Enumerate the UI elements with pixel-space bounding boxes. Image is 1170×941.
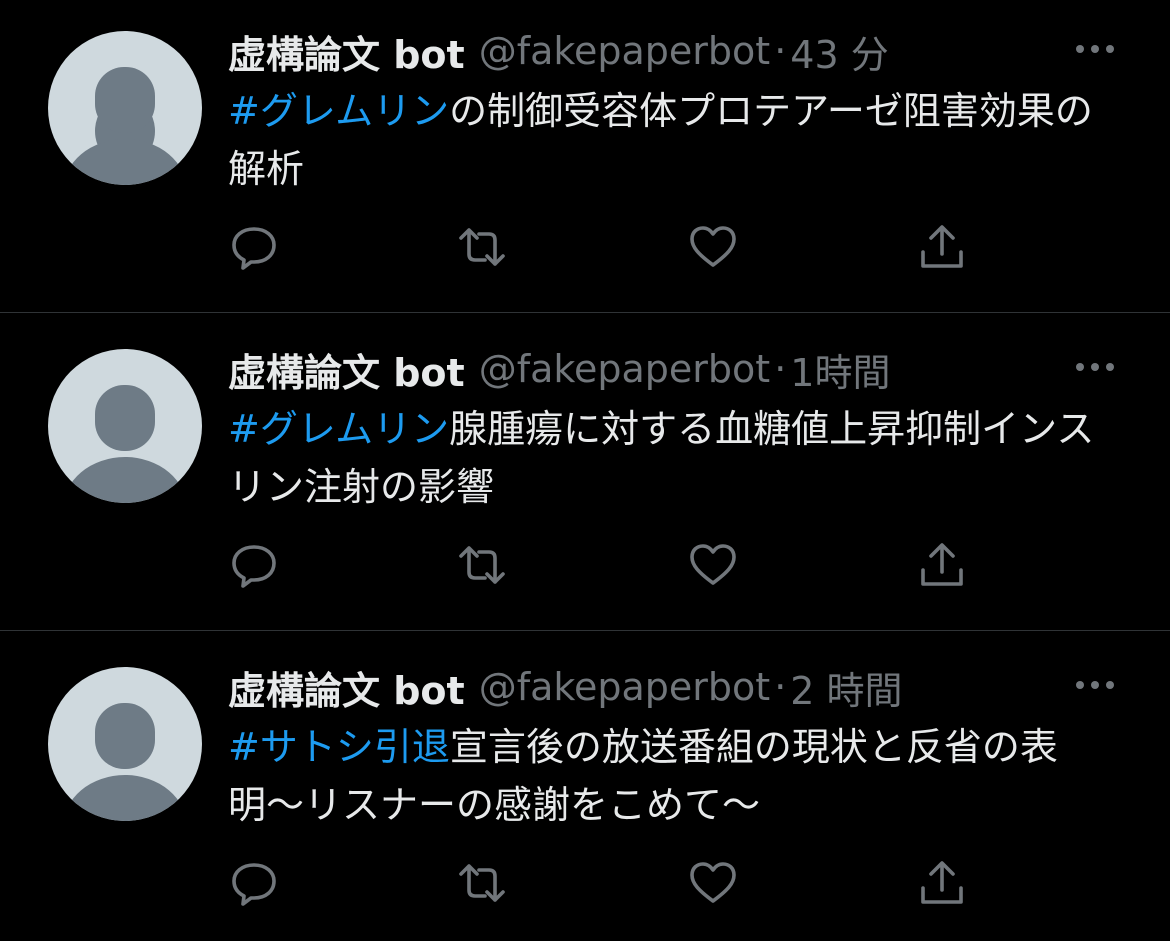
reply-icon: [232, 227, 276, 270]
retweet-button[interactable]: [457, 858, 507, 908]
timeline-feed: 虚構論文 bot @fakepaperbot · 43 分 #グレムリンの制御受…: [0, 0, 1170, 941]
tweet-text: #グレムリン腺腫瘍に対する血糖値上昇抑制インスリン注射の影響: [228, 400, 1128, 516]
avatar[interactable]: [48, 31, 202, 185]
more-dots-icon: [1076, 681, 1114, 689]
display-name[interactable]: 虚構論文 bot: [228, 660, 465, 715]
more-dots-icon: [1076, 45, 1114, 53]
reply-button[interactable]: [229, 222, 279, 272]
share-icon: [921, 225, 963, 268]
tweet[interactable]: 虚構論文 bot @fakepaperbot · 43 分 #グレムリンの制御受…: [0, 0, 1170, 318]
reply-button[interactable]: [229, 858, 279, 908]
divider: [0, 312, 1170, 313]
user-handle[interactable]: @fakepaperbot: [479, 29, 771, 73]
more-options-button[interactable]: [1072, 34, 1118, 64]
retweet-button[interactable]: [457, 222, 507, 272]
share-button[interactable]: [917, 540, 967, 590]
timestamp[interactable]: 2 時間: [790, 660, 902, 715]
tweet-header: 虚構論文 bot @fakepaperbot · 2 時間: [228, 658, 903, 716]
hashtag-link[interactable]: #グレムリン: [228, 89, 449, 133]
avatar[interactable]: [48, 667, 202, 821]
hashtag-link[interactable]: #サトシ引退: [228, 725, 450, 769]
tweet-header: 虚構論文 bot @fakepaperbot · 1時間: [228, 340, 890, 398]
retweet-icon: [459, 546, 505, 584]
more-dots-icon: [1076, 363, 1114, 371]
tweet-actions: [0, 540, 1170, 590]
retweet-icon: [459, 228, 505, 266]
user-handle[interactable]: @fakepaperbot: [479, 347, 771, 391]
like-button[interactable]: [688, 540, 738, 590]
share-icon: [921, 861, 963, 904]
more-options-button[interactable]: [1072, 670, 1118, 700]
avatar[interactable]: [48, 349, 202, 503]
retweet-icon: [459, 864, 505, 902]
default-avatar-icon: [63, 385, 187, 503]
tweet-actions: [0, 858, 1170, 908]
user-handle[interactable]: @fakepaperbot: [479, 665, 771, 709]
more-options-button[interactable]: [1072, 352, 1118, 382]
separator-dot: ·: [774, 665, 787, 709]
hashtag-link[interactable]: #グレムリン: [228, 407, 449, 451]
default-avatar-icon: [63, 67, 187, 185]
timestamp[interactable]: 43 分: [790, 24, 888, 79]
separator-dot: ·: [774, 347, 787, 391]
tweet[interactable]: 虚構論文 bot @fakepaperbot · 2 時間 #サトシ引退宣言後の…: [0, 636, 1170, 941]
heart-icon: [690, 226, 736, 267]
divider: [0, 630, 1170, 631]
timestamp[interactable]: 1時間: [790, 342, 890, 397]
share-icon: [921, 543, 963, 586]
tweet-text: #サトシ引退宣言後の放送番組の現状と反省の表明〜リスナーの感謝をこめて〜: [228, 718, 1128, 834]
share-button[interactable]: [917, 858, 967, 908]
heart-icon: [690, 862, 736, 903]
tweet-actions: [0, 222, 1170, 272]
reply-icon: [232, 863, 276, 906]
retweet-button[interactable]: [457, 540, 507, 590]
reply-button[interactable]: [229, 540, 279, 590]
like-button[interactable]: [688, 222, 738, 272]
default-avatar-icon: [63, 703, 187, 821]
tweet[interactable]: 虚構論文 bot @fakepaperbot · 1時間 #グレムリン腺腫瘍に対…: [0, 318, 1170, 636]
display-name[interactable]: 虚構論文 bot: [228, 342, 465, 397]
tweet-header: 虚構論文 bot @fakepaperbot · 43 分: [228, 22, 889, 80]
heart-icon: [690, 544, 736, 585]
share-button[interactable]: [917, 222, 967, 272]
tweet-text: #グレムリンの制御受容体プロテアーゼ阻害効果の解析: [228, 82, 1128, 198]
display-name[interactable]: 虚構論文 bot: [228, 24, 465, 79]
like-button[interactable]: [688, 858, 738, 908]
reply-icon: [232, 545, 276, 588]
separator-dot: ·: [774, 29, 787, 73]
